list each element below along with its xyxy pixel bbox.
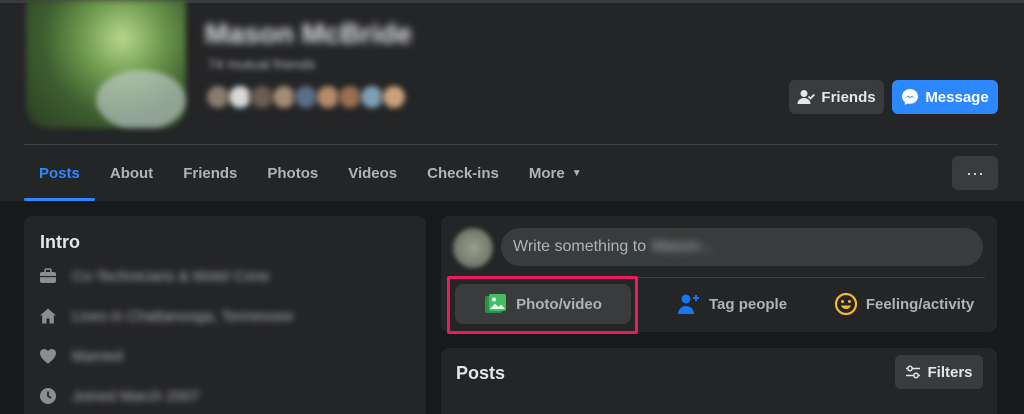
friends-button[interactable]: Friends (789, 80, 884, 114)
mutual-friends-avatars[interactable] (205, 84, 415, 112)
tab-label: Videos (348, 165, 398, 182)
mutual-friends-count[interactable]: 74 mutual friends (208, 56, 315, 72)
intro-item-text: Lives in Chattanooga, Tennessee (72, 307, 294, 325)
intro-item-text: Co-Technicians & Motel Cone (72, 267, 270, 285)
messenger-icon (901, 88, 919, 106)
tag-people-button[interactable]: Tag people (647, 284, 817, 324)
message-button[interactable]: Message (892, 80, 998, 114)
intro-item-text: Married (72, 347, 123, 365)
filters-button[interactable]: Filters (895, 355, 983, 389)
smiley-icon (834, 292, 858, 316)
tab-videos[interactable]: Videos (333, 150, 412, 197)
filters-label: Filters (927, 363, 973, 381)
more-options-button[interactable]: ··· (952, 156, 998, 190)
tab-posts[interactable]: Posts (24, 150, 95, 201)
write-post-input[interactable]: Write something to Mason... (501, 228, 983, 266)
intro-item-work: Co-Technicians & Motel Cone (38, 266, 270, 286)
friend-check-icon (797, 89, 816, 105)
profile-tabs: Posts About Friends Photos Videos Check-… (24, 150, 597, 201)
caret-down-icon: ▼ (571, 168, 582, 179)
tab-label: Posts (39, 165, 80, 182)
photo-video-highlight-box (447, 276, 638, 334)
header-divider (24, 144, 998, 145)
tab-about[interactable]: About (95, 150, 168, 197)
profile-header: Mason McBride 74 mutual friends Friends … (0, 0, 1024, 201)
home-icon (38, 306, 58, 326)
message-button-label: Message (925, 88, 989, 106)
tab-photos[interactable]: Photos (252, 150, 333, 197)
intro-item-text: Joined March 2007 (72, 387, 200, 405)
tab-label: Photos (267, 165, 319, 182)
profile-picture[interactable] (26, 0, 186, 128)
friends-button-label: Friends (821, 88, 876, 106)
intro-item-joined: Joined March 2007 (38, 386, 200, 406)
posts-title: Posts (456, 363, 506, 383)
mutual-friend-avatar[interactable] (381, 84, 407, 110)
tab-label: Check-ins (427, 165, 499, 182)
sliders-icon (905, 365, 921, 379)
composer-recipient-name: Mason... (652, 238, 714, 255)
ellipsis-icon: ··· (966, 162, 984, 183)
tab-friends[interactable]: Friends (168, 150, 252, 197)
tab-check-ins[interactable]: Check-ins (412, 150, 514, 197)
intro-item-relationship: Married (38, 346, 123, 366)
intro-card: Intro Co-Technicians & Motel Cone Lives … (24, 216, 426, 414)
intro-title: Intro (40, 232, 80, 252)
heart-icon (38, 346, 58, 366)
feeling-activity-label: Feeling/activity (865, 295, 975, 313)
profile-name[interactable]: Mason McBride (205, 18, 412, 50)
avatar[interactable] (453, 228, 493, 268)
intro-item-home: Lives in Chattanooga, Tennessee (38, 306, 294, 326)
tab-more[interactable]: More ▼ (514, 150, 597, 197)
posts-section: Posts Filters (441, 348, 997, 414)
tag-people-label: Tag people (708, 295, 788, 313)
feeling-activity-button[interactable]: Feeling/activity (819, 284, 989, 324)
tab-label: About (109, 165, 154, 182)
tag-people-icon (677, 293, 701, 315)
tab-label: More (528, 165, 565, 182)
composer-placeholder: Write something to (513, 238, 647, 255)
tab-label: Friends (183, 165, 238, 182)
clock-icon (38, 386, 58, 406)
briefcase-icon (38, 266, 58, 286)
